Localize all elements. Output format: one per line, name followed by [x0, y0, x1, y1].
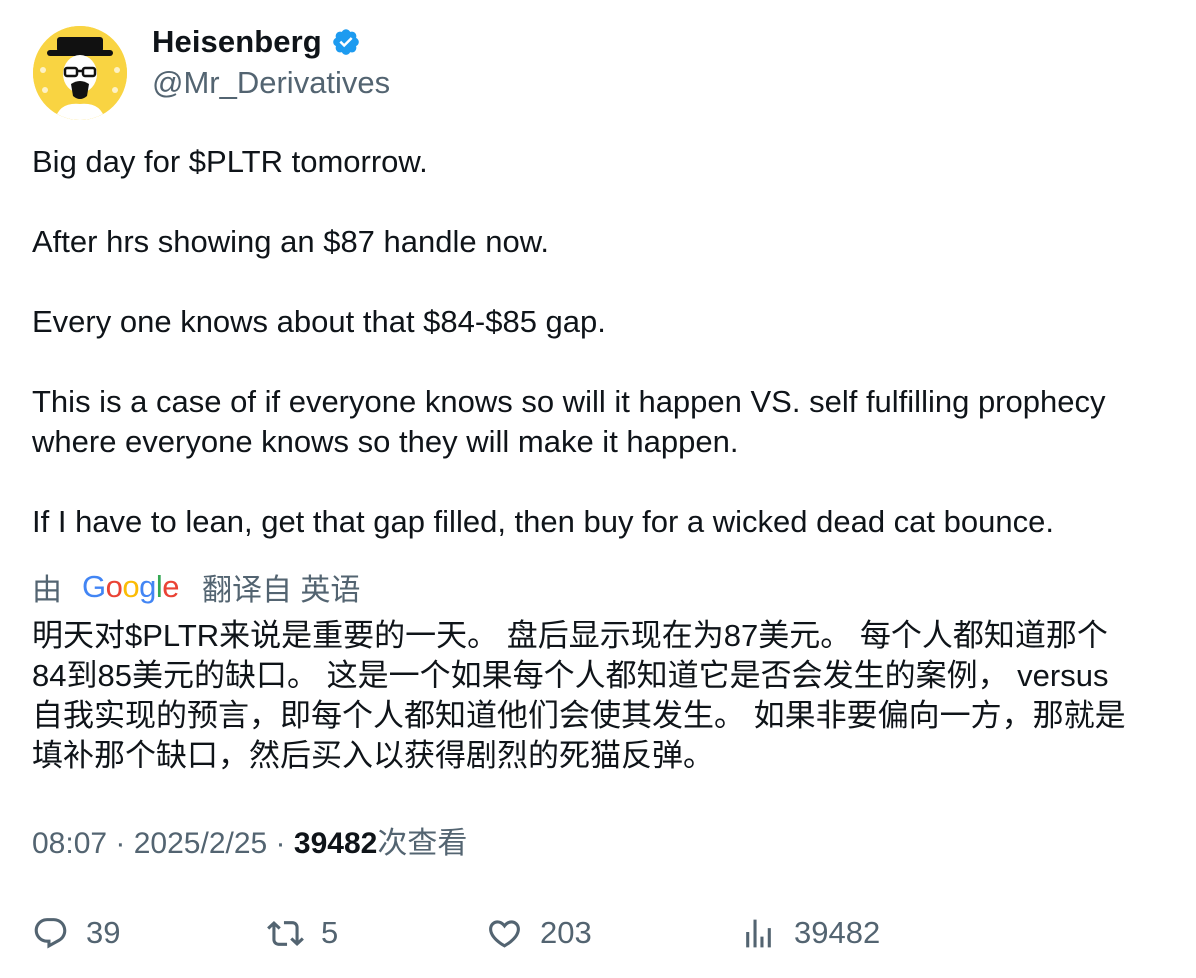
- google-logo[interactable]: Google: [82, 567, 180, 607]
- views-button[interactable]: 39482: [740, 908, 880, 958]
- heisenberg-avatar-icon: [33, 26, 127, 120]
- views-label: 次查看: [377, 827, 468, 860]
- tweet-line: Every one knows about that $84-$85 gap.: [32, 304, 606, 339]
- translated-by-bar: 由 Google 翻译自 英语: [32, 567, 360, 607]
- tweet-date[interactable]: 2025/2/25: [134, 827, 267, 860]
- reply-icon: [34, 917, 67, 948]
- tweet-line: This is a case of if everyone knows so w…: [32, 384, 1106, 419]
- retweet-button[interactable]: 5: [267, 908, 338, 958]
- display-name[interactable]: Heisenberg: [152, 24, 322, 60]
- action-bar: 39 5 203 39482: [0, 908, 1196, 958]
- meta-separator: ·: [267, 827, 294, 860]
- tweet-line: After hrs showing an $87 handle now.: [32, 224, 550, 259]
- author-avatar[interactable]: [33, 26, 127, 120]
- translation-line: 填补那个缺口，然后买入以获得剧烈的死猫反弹。: [32, 738, 714, 773]
- verified-badge-icon[interactable]: [331, 27, 361, 57]
- tweet-line: where everyone knows so they will make i…: [32, 424, 739, 459]
- tweet-line: If I have to lean, get that gap filled, …: [32, 504, 1054, 539]
- author-handle[interactable]: @Mr_Derivatives: [152, 63, 390, 103]
- reply-button[interactable]: 39: [32, 908, 120, 958]
- like-count: 203: [540, 915, 592, 950]
- tweet-header: Heisenberg @Mr_Derivatives: [33, 24, 633, 122]
- meta-separator: ·: [107, 827, 134, 860]
- like-button[interactable]: 203: [486, 908, 592, 958]
- translated-text: 明天对$PLTR来说是重要的一天。 盘后显示现在为87美元。 每个人都知道那个 …: [32, 616, 1172, 776]
- translated-from-label[interactable]: 翻译自 英语: [202, 565, 360, 609]
- translation-line: 自我实现的预言，即每个人都知道他们会使其发生。 如果非要偏向一方，那就是: [32, 698, 1126, 733]
- retweet-icon: [267, 920, 304, 946]
- translated-by-label: 由: [32, 574, 62, 607]
- author-names: Heisenberg @Mr_Derivatives: [152, 24, 390, 103]
- tweet-text: Big day for $PLTR tomorrow. After hrs sh…: [32, 142, 1172, 542]
- views-count: 39482: [293, 827, 378, 860]
- views-action-count: 39482: [794, 915, 881, 950]
- display-name-row: Heisenberg: [152, 24, 390, 60]
- retweet-count: 5: [321, 915, 339, 950]
- tweet-time[interactable]: 08:07: [32, 827, 107, 860]
- translation-line: 84到85美元的缺口。 这是一个如果每个人都知道它是否会发生的案例， versu…: [32, 658, 1109, 693]
- svg-text:Google: Google: [82, 569, 179, 604]
- translation-line: 明天对$PLTR来说是重要的一天。 盘后显示现在为87美元。 每个人都知道那个: [32, 618, 1108, 653]
- reply-count: 39: [86, 915, 121, 950]
- views-chart-icon: [746, 919, 771, 947]
- tweet-meta: 08:07 · 2025/2/25 · 39482次查看: [32, 824, 467, 864]
- tweet-line: Big day for $PLTR tomorrow.: [32, 144, 428, 179]
- heart-icon: [489, 919, 520, 948]
